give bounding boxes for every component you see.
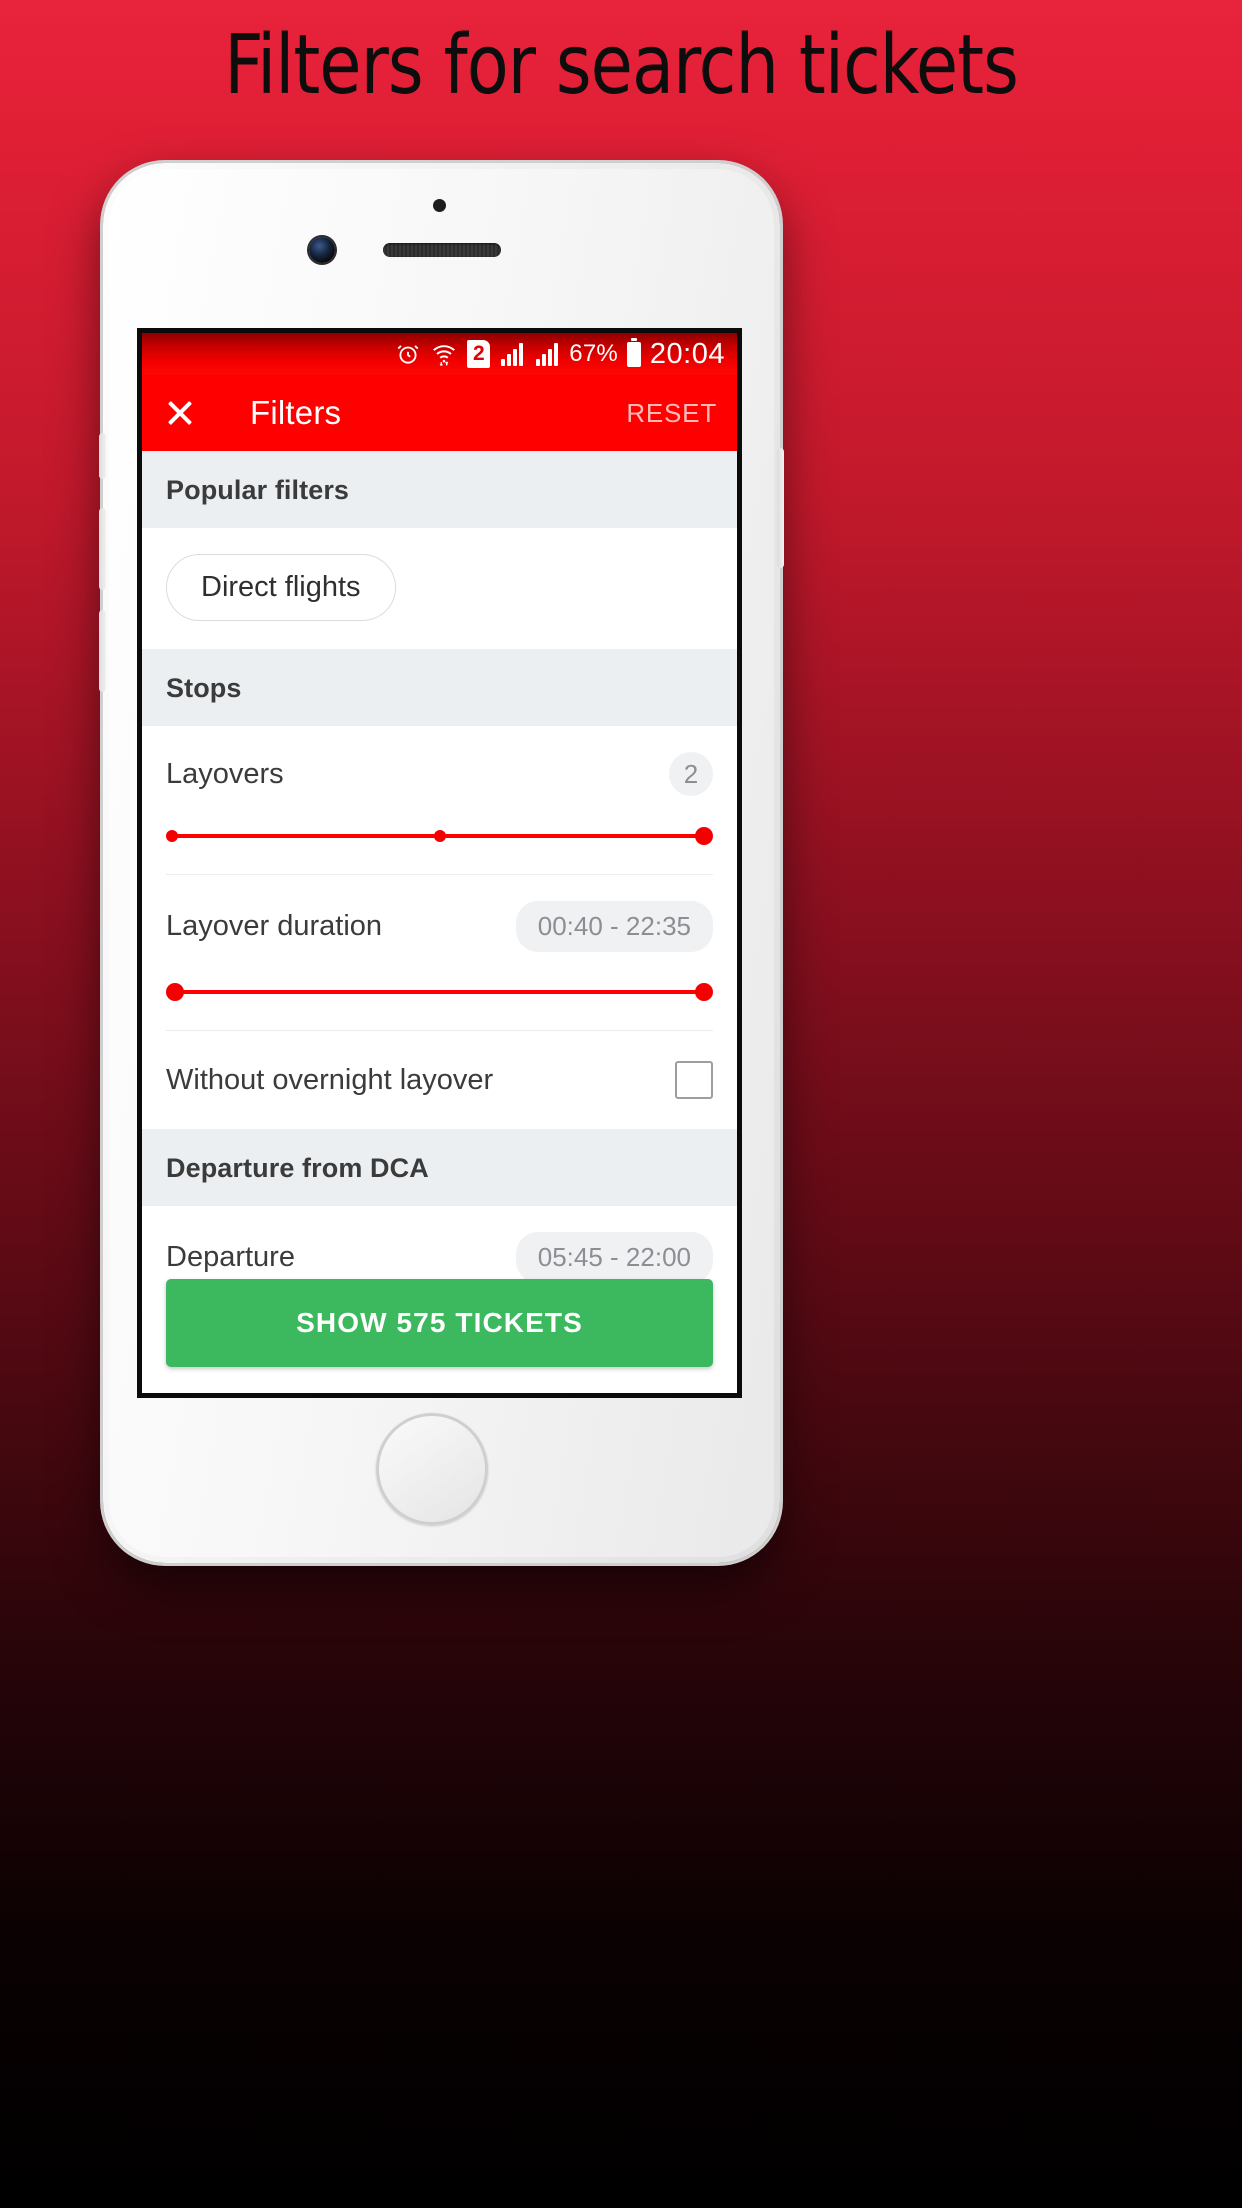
home-button[interactable]	[376, 1413, 488, 1525]
layover-duration-slider-track	[172, 990, 707, 994]
layovers-label: Layovers	[166, 757, 284, 790]
phone-side-button	[99, 433, 106, 479]
sim-badge: 2	[467, 340, 491, 368]
wifi-icon	[430, 341, 458, 367]
layover-duration-label: Layover duration	[166, 910, 383, 942]
filters-content: Popular filters Direct flights Stops Lay…	[142, 451, 737, 1393]
stops-panel: Layovers 2 Layover duration 00:40 - 22:3…	[142, 726, 737, 1129]
close-icon[interactable]	[162, 395, 198, 431]
popular-filters-panel: Direct flights	[142, 528, 737, 649]
layover-duration-thumb-max[interactable]	[695, 983, 713, 1001]
battery-percent-label: 67%	[569, 340, 618, 367]
alarm-clock-icon	[395, 341, 421, 367]
section-header-departure: Departure from DCA	[142, 1129, 737, 1206]
volume-down-button	[99, 610, 106, 692]
signal-bars-icon	[499, 340, 525, 368]
section-header-popular-filters: Popular filters	[142, 451, 737, 528]
earpiece-speaker	[383, 243, 501, 257]
app-bar: Filters RESET	[142, 375, 737, 451]
layovers-slider-thumb-max[interactable]	[695, 827, 713, 845]
status-bar-clock: 20:04	[649, 337, 725, 370]
promo-title: Filters for search tickets	[224, 18, 1019, 113]
layover-duration-row: Layover duration 00:40 - 22:35	[142, 875, 737, 962]
status-bar: 2 67% 20:04	[142, 333, 737, 375]
layover-duration-thumb-min[interactable]	[166, 983, 184, 1001]
reset-button[interactable]: RESET	[626, 398, 717, 429]
battery-icon	[626, 337, 641, 367]
phone-screen: 2 67% 20:04 Filters RESET Popular filter…	[137, 328, 742, 1398]
proximity-sensor-icon	[433, 199, 446, 212]
cta-container: SHOW 575 TICKETS	[142, 1261, 737, 1393]
chip-direct-flights[interactable]: Direct flights	[166, 554, 396, 621]
layover-duration-value: 00:40 - 22:35	[515, 901, 713, 952]
promo-background: Filters for search tickets 2 67% 20:04 F…	[0, 0, 1242, 2208]
layovers-slider-tick-mid[interactable]	[434, 830, 447, 842]
front-camera-icon	[309, 237, 335, 263]
layovers-value-badge: 2	[669, 752, 713, 796]
layovers-row: Layovers 2	[142, 726, 737, 806]
section-header-stops: Stops	[142, 649, 737, 726]
without-overnight-layover-checkbox[interactable]	[675, 1061, 713, 1099]
signal-bars-icon-secondary	[534, 340, 560, 368]
layovers-slider-thumb-min[interactable]	[166, 830, 178, 842]
volume-up-button	[99, 508, 106, 590]
without-overnight-layover-row[interactable]: Without overnight layover	[142, 1031, 737, 1129]
show-tickets-button[interactable]: SHOW 575 TICKETS	[166, 1279, 713, 1367]
power-button	[777, 448, 784, 568]
without-overnight-layover-label: Without overnight layover	[166, 1063, 494, 1096]
page-title: Filters	[250, 394, 342, 431]
layovers-slider[interactable]	[166, 824, 713, 848]
layover-duration-slider[interactable]	[166, 980, 713, 1004]
